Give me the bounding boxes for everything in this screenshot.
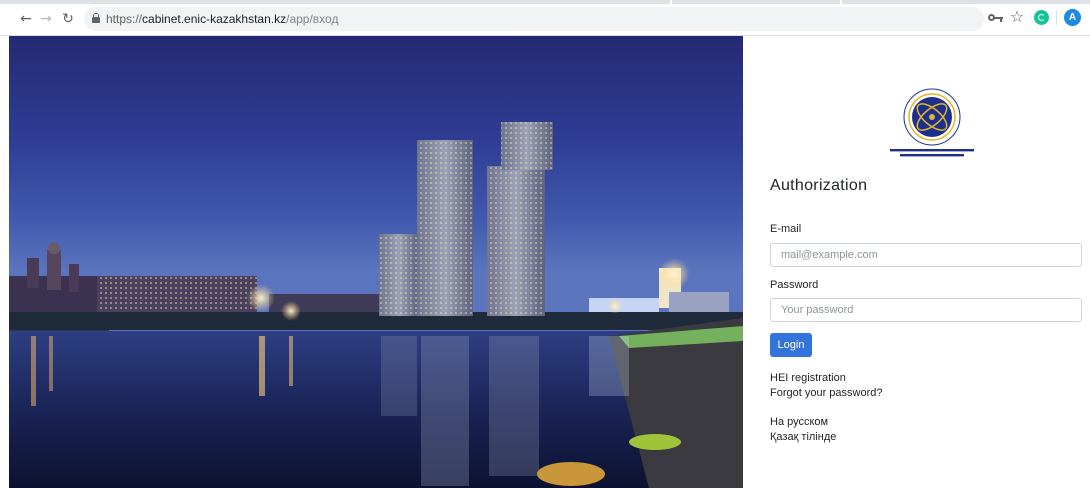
page-title: Authorization — [770, 177, 868, 194]
password-label: Password — [770, 279, 819, 291]
toolbar-separator — [1056, 11, 1057, 25]
forgot-password-link[interactable]: Forgot your password? — [770, 387, 883, 399]
browser-toolbar: ← → ↻ https://cabinet.enic-kazakhstan.kz… — [0, 0, 1090, 36]
profile-avatar[interactable]: A — [1064, 9, 1081, 26]
reload-icon[interactable]: ↻ — [60, 11, 76, 27]
tab-strip — [842, 0, 1090, 4]
key-icon[interactable] — [988, 11, 1004, 25]
hei-registration-link[interactable]: HEI registration — [770, 372, 846, 384]
tab-strip — [0, 0, 670, 4]
star-icon[interactable]: ☆ — [1008, 8, 1026, 26]
password-input[interactable] — [770, 298, 1082, 322]
hero-city-night-image — [9, 36, 743, 488]
grammarly-extension-icon[interactable] — [1034, 10, 1049, 25]
address-bar[interactable]: https://cabinet.enic-kazakhstan.kz/app/в… — [84, 7, 984, 31]
lang-kazakh-link[interactable]: Қазақ тілінде — [770, 431, 836, 443]
login-panel: Authorization E-mail Password Login HEI … — [743, 36, 1090, 488]
ministry-logo — [886, 87, 978, 167]
email-input[interactable] — [770, 243, 1082, 267]
lock-icon[interactable] — [92, 13, 100, 23]
arrow-right-icon[interactable]: → — [38, 11, 54, 27]
url-path: /app/вход — [286, 12, 339, 26]
url-host: cabinet.enic-kazakhstan.kz — [142, 12, 287, 26]
url-text: https://cabinet.enic-kazakhstan.kz/app/в… — [106, 7, 338, 31]
login-button[interactable]: Login — [770, 333, 812, 357]
email-label: E-mail — [770, 223, 802, 235]
lang-russian-link[interactable]: На русском — [770, 416, 828, 428]
arrow-left-icon[interactable]: ← — [18, 11, 34, 27]
tab-strip-gap — [672, 0, 840, 4]
url-scheme: https:// — [106, 12, 143, 26]
